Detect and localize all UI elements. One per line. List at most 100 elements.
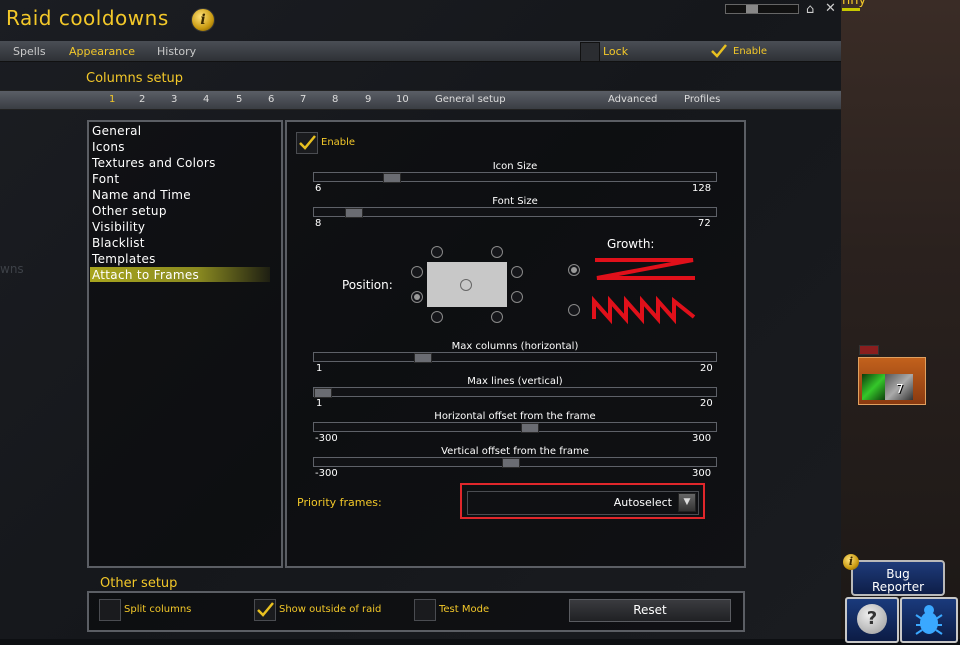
- column-tab-1[interactable]: 1: [109, 94, 115, 105]
- split-columns-checkbox[interactable]: [99, 599, 121, 621]
- bug-icon: [915, 605, 943, 635]
- checkmark-icon: [257, 602, 274, 617]
- growth-radio-vertical[interactable]: [568, 304, 580, 316]
- buff-icon: [862, 374, 886, 400]
- position-radio-bottom-right[interactable]: [491, 311, 503, 323]
- enable-attach-checkbox[interactable]: [296, 132, 318, 154]
- font-size-title: Font Size: [492, 196, 538, 207]
- tab-appearance[interactable]: Appearance: [69, 45, 135, 58]
- v-offset-slider[interactable]: [313, 457, 717, 468]
- enable-label: Enable: [733, 46, 768, 57]
- max-lines-thumb[interactable]: [314, 388, 332, 398]
- v-offset-thumb[interactable]: [502, 458, 520, 468]
- checkmark-icon: [299, 135, 316, 150]
- bug-reporter-line2: Reporter: [871, 580, 925, 594]
- position-label: Position:: [342, 278, 393, 292]
- top-name-fragment: nny: [842, 0, 867, 8]
- icon-size-thumb[interactable]: [383, 173, 401, 183]
- max-lines-min: 1: [316, 398, 323, 409]
- column-tab-7[interactable]: 7: [300, 94, 306, 105]
- position-radio-left-top[interactable]: [411, 266, 423, 278]
- window-title: Raid cooldowns: [6, 6, 169, 30]
- max-lines-slider[interactable]: [313, 387, 717, 398]
- max-lines-max: 20: [700, 398, 713, 409]
- menu-item-font[interactable]: Font: [92, 172, 119, 186]
- position-radio-center[interactable]: [460, 279, 472, 291]
- menu-item-blacklist[interactable]: Blacklist: [92, 236, 145, 250]
- tab-spells[interactable]: Spells: [13, 45, 46, 58]
- test-mode-label: Test Mode: [439, 604, 490, 615]
- window-slider[interactable]: [725, 4, 799, 14]
- icon-size-slider[interactable]: [313, 172, 717, 183]
- menu-item-name-time[interactable]: Name and Time: [92, 188, 191, 202]
- position-radio-left-bottom[interactable]: [411, 291, 423, 303]
- tab-advanced[interactable]: Advanced: [608, 94, 657, 105]
- growth-label: Growth:: [607, 237, 655, 251]
- buff-frame[interactable]: 7: [858, 357, 926, 405]
- position-radio-top-right[interactable]: [491, 246, 503, 258]
- close-icon[interactable]: ✕: [825, 1, 836, 16]
- max-columns-slider[interactable]: [313, 352, 717, 363]
- v-offset-max: 300: [692, 468, 712, 479]
- growth-vertical-icon[interactable]: [590, 295, 700, 325]
- menu-item-templates[interactable]: Templates: [92, 252, 156, 266]
- bug-reporter-line1: Bug: [886, 567, 910, 581]
- priority-frames-value: Autoselect: [613, 496, 672, 509]
- menu-item-other-setup[interactable]: Other setup: [92, 204, 167, 218]
- split-columns-label: Split columns: [124, 604, 192, 615]
- column-tab-9[interactable]: 9: [365, 94, 371, 105]
- column-tab-3[interactable]: 3: [171, 94, 177, 105]
- lock-checkbox[interactable]: [580, 42, 600, 62]
- reset-button[interactable]: Reset: [569, 599, 731, 622]
- h-offset-max: 300: [692, 433, 712, 444]
- tab-history[interactable]: History: [157, 45, 196, 58]
- help-button[interactable]: ?: [845, 597, 899, 643]
- chevron-down-icon[interactable]: ▼: [678, 493, 696, 512]
- enable-checkmark-icon[interactable]: [710, 42, 728, 60]
- column-tab-10[interactable]: 10: [396, 94, 409, 105]
- game-world-background: [841, 0, 960, 639]
- font-size-min: 8: [315, 218, 322, 229]
- v-offset-min: -300: [315, 468, 338, 479]
- tab-general-setup[interactable]: General setup: [435, 94, 506, 105]
- font-size-thumb[interactable]: [345, 208, 363, 218]
- bug-info-icon: i: [843, 554, 859, 570]
- bug-reporter-button[interactable]: Bug Reporter: [851, 560, 945, 596]
- menu-item-icons[interactable]: Icons: [92, 140, 125, 154]
- help-icon: ?: [857, 604, 887, 634]
- column-tab-8[interactable]: 8: [332, 94, 338, 105]
- lock-label: Lock: [603, 45, 629, 58]
- h-offset-title: Horizontal offset from the frame: [434, 411, 596, 422]
- max-columns-title: Max columns (horizontal): [451, 341, 579, 352]
- font-size-slider[interactable]: [313, 207, 717, 218]
- menu-item-general[interactable]: General: [92, 124, 141, 138]
- icon-size-max: 128: [692, 183, 712, 194]
- column-tab-6[interactable]: 6: [268, 94, 274, 105]
- test-mode-checkbox[interactable]: [414, 599, 436, 621]
- tab-profiles[interactable]: Profiles: [684, 94, 720, 105]
- h-offset-thumb[interactable]: [521, 423, 539, 433]
- max-lines-title: Max lines (vertical): [467, 376, 563, 387]
- column-tab-2[interactable]: 2: [139, 94, 145, 105]
- position-radio-bottom-left[interactable]: [431, 311, 443, 323]
- position-radio-top-left[interactable]: [431, 246, 443, 258]
- info-icon[interactable]: i: [191, 8, 215, 32]
- column-tab-5[interactable]: 5: [236, 94, 242, 105]
- h-offset-slider[interactable]: [313, 422, 717, 433]
- position-radio-right-top[interactable]: [511, 266, 523, 278]
- growth-radio-horizontal[interactable]: [568, 264, 580, 276]
- menu-item-attach-frames[interactable]: Attach to Frames: [92, 268, 199, 282]
- max-columns-min: 1: [316, 363, 323, 374]
- position-radio-right-bottom[interactable]: [511, 291, 523, 303]
- max-columns-thumb[interactable]: [414, 353, 432, 363]
- bug-button[interactable]: [900, 597, 958, 643]
- menu-item-visibility[interactable]: Visibility: [92, 220, 145, 234]
- max-columns-max: 20: [700, 363, 713, 374]
- growth-horizontal-icon[interactable]: [592, 254, 698, 284]
- column-tab-4[interactable]: 4: [203, 94, 209, 105]
- font-size-max: 72: [698, 218, 711, 229]
- show-outside-raid-checkbox[interactable]: [254, 599, 276, 621]
- home-icon[interactable]: ⌂: [806, 2, 814, 17]
- menu-item-textures-colors[interactable]: Textures and Colors: [92, 156, 216, 170]
- v-offset-title: Vertical offset from the frame: [441, 446, 589, 457]
